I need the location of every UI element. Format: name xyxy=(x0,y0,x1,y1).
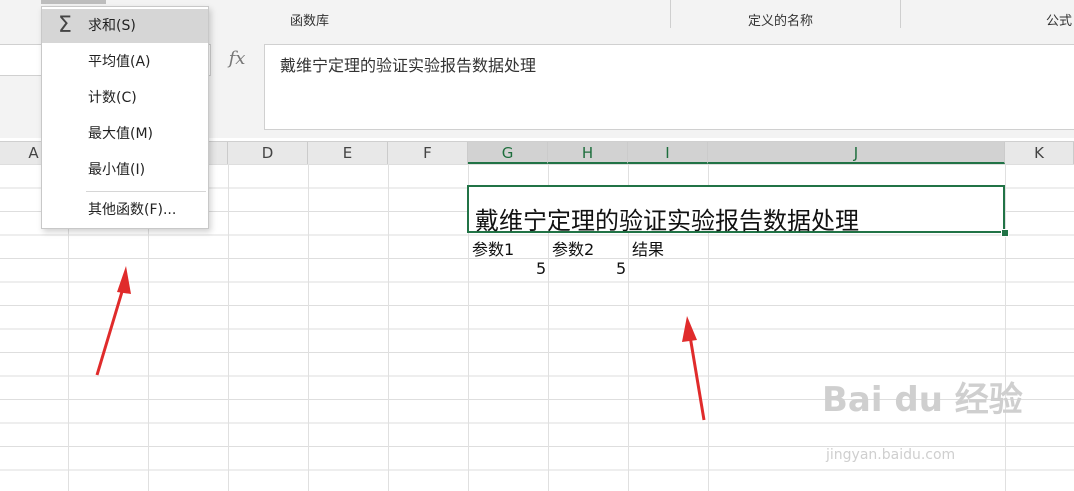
arrow-left xyxy=(95,266,131,376)
menu-item-min[interactable]: 最小值(I) xyxy=(42,153,208,187)
baidu-watermark: Bai du 经验 xyxy=(822,380,1023,420)
watermark-url: jingyan.baidu.com xyxy=(826,447,956,463)
menu-item-label: 求和(S) xyxy=(88,18,136,34)
menu-item-label: 其他函数(F)... xyxy=(88,202,177,218)
menu-item-average[interactable]: 平均值(A) xyxy=(42,45,208,79)
menu-item-max[interactable]: 最大值(M) xyxy=(42,117,208,151)
menu-item-more-functions[interactable]: 其他函数(F)... xyxy=(42,193,208,227)
menu-item-count[interactable]: 计数(C) xyxy=(42,81,208,115)
menu-item-label: 平均值(A) xyxy=(88,54,151,70)
menu-item-label: 最大值(M) xyxy=(88,126,154,142)
arrow-right xyxy=(682,316,706,421)
menu-separator xyxy=(86,191,206,192)
autosum-dropdown: Σ 求和(S) 平均值(A) 计数(C) 最大值(M) 最小值(I) 其他函数(… xyxy=(41,6,209,229)
menu-item-label: 最小值(I) xyxy=(88,162,146,178)
menu-item-label: 计数(C) xyxy=(88,90,137,106)
sigma-icon: Σ xyxy=(58,13,72,38)
menu-item-sum[interactable]: Σ 求和(S) xyxy=(42,9,208,43)
